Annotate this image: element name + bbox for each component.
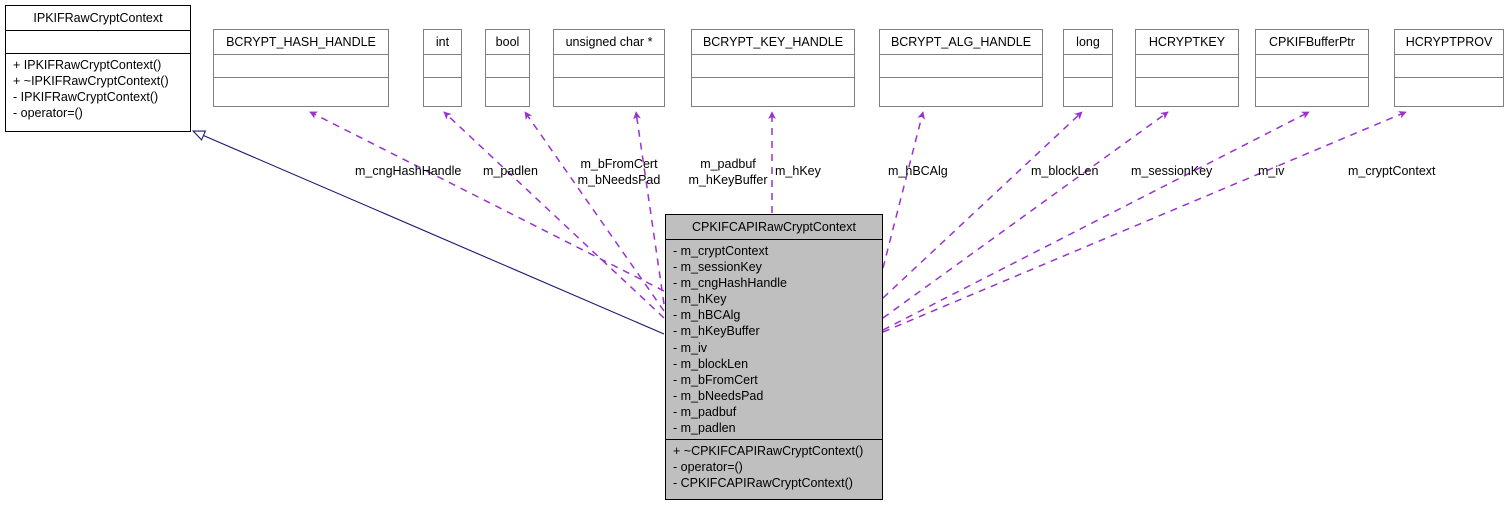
edge-m_hBCAlg — [882, 111, 926, 269]
class-box-BCRYPT_KEY_HANDLE[interactable]: BCRYPT_KEY_HANDLE — [691, 29, 855, 107]
class-attributes — [486, 55, 529, 77]
class-title: int — [435, 35, 450, 49]
class-attributes — [424, 55, 461, 77]
edge-m_iv — [882, 111, 1310, 331]
class-attributes — [880, 55, 1042, 77]
class-title-base: IPKIFRawCryptContext — [33, 11, 163, 25]
class-operations — [880, 78, 1042, 100]
class-attributes-base — [6, 31, 190, 53]
class-title: BCRYPT_KEY_HANDLE — [702, 35, 844, 49]
class-operation: + ~CPKIFCAPIRawCryptContext() — [673, 444, 864, 459]
class-box-unsigned-char-ptr[interactable]: unsigned char * — [553, 29, 665, 107]
class-title: HCRYPTKEY — [1148, 35, 1226, 49]
class-operations — [486, 78, 529, 100]
edge-m_padbuf-m_hKeyBuffer — [633, 111, 665, 305]
uml-collaboration-diagram: IPKIFRawCryptContext + IPKIFRawCryptCont… — [0, 0, 1508, 507]
edge-m_cngHashHandle — [309, 111, 665, 292]
class-operation: + ~IPKIFRawCryptContext() — [13, 74, 169, 89]
class-attribute: - m_bNeedsPad — [673, 388, 764, 403]
edge-m_bFromCert-m_bNeedsPad — [524, 111, 665, 312]
edge-label-group-bool: m_bFromCert m_bNeedsPad — [570, 157, 668, 188]
class-attributes — [214, 55, 388, 77]
class-box-HCRYPTKEY[interactable]: HCRYPTKEY — [1135, 29, 1239, 107]
edge-label-m_blockLen: m_blockLen — [1031, 164, 1099, 178]
edge-label-m_padlen: m_padlen — [483, 164, 538, 178]
class-attribute: - m_iv — [673, 340, 708, 355]
class-operations — [1256, 78, 1368, 100]
edge-label-m_padbuf: m_padbuf — [700, 157, 756, 171]
edge-label-m_hKeyBuffer: m_hKeyBuffer — [688, 172, 768, 187]
class-attributes — [1064, 55, 1112, 77]
edge-label-m_iv: m_iv — [1258, 164, 1285, 178]
class-attributes — [692, 55, 854, 77]
class-operations — [1064, 78, 1112, 100]
class-operations-base: + IPKIFRawCryptContext() + ~IPKIFRawCryp… — [6, 54, 190, 124]
class-operations — [554, 78, 664, 100]
edge-label-m_hKey: m_hKey — [775, 164, 821, 178]
edge-m_cryptContext — [882, 111, 1407, 333]
class-attribute: - m_padlen — [673, 421, 736, 436]
class-operations — [692, 78, 854, 100]
edge-label-m_bFromCert: m_bFromCert — [580, 157, 658, 171]
class-operation: - IPKIFRawCryptContext() — [13, 90, 159, 105]
edge-label-m_hBCAlg: m_hBCAlg — [888, 164, 948, 178]
class-box-int[interactable]: int — [423, 29, 462, 107]
class-attributes — [1395, 55, 1503, 77]
class-operation: - operator=() — [13, 106, 83, 121]
class-title: BCRYPT_HASH_HANDLE — [226, 35, 376, 49]
class-title: CPKIFBufferPtr — [1269, 35, 1355, 49]
class-attributes — [1136, 55, 1238, 77]
class-attribute: - m_cryptContext — [673, 244, 769, 258]
class-attributes — [554, 55, 664, 77]
edge-label-m_bNeedsPad: m_bNeedsPad — [577, 172, 661, 187]
class-operation: + IPKIFRawCryptContext() — [13, 58, 162, 72]
class-title: bool — [495, 35, 520, 49]
class-attributes — [1256, 55, 1368, 77]
edge-label-m_cngHashHandle: m_cngHashHandle — [355, 164, 462, 178]
class-operations — [424, 78, 461, 100]
class-attribute: - m_padbuf — [673, 404, 737, 419]
class-attribute: - m_hKey — [673, 292, 727, 307]
edge-label-group-uchar: m_padbuf m_hKeyBuffer — [678, 157, 778, 188]
class-attribute: - m_hBCAlg — [673, 308, 741, 323]
class-operations — [214, 78, 388, 100]
class-operation: - operator=() — [673, 460, 743, 475]
class-attribute: - m_blockLen — [673, 356, 749, 371]
class-box-CPKIFCAPIRawCryptContext[interactable]: CPKIFCAPIRawCryptContext - m_cryptContex… — [665, 214, 883, 500]
class-box-BCRYPT_ALG_HANDLE[interactable]: BCRYPT_ALG_HANDLE — [879, 29, 1043, 107]
class-title: BCRYPT_ALG_HANDLE — [890, 35, 1032, 49]
class-box-CPKIFBufferPtr[interactable]: CPKIFBufferPtr — [1255, 29, 1369, 107]
class-box-BCRYPT_HASH_HANDLE[interactable]: BCRYPT_HASH_HANDLE — [213, 29, 389, 107]
class-title: HCRYPTPROV — [1405, 35, 1493, 49]
edge-label-m_sessionKey: m_sessionKey — [1131, 164, 1213, 178]
class-operations — [1136, 78, 1238, 100]
class-operations — [1395, 78, 1503, 100]
class-box-long[interactable]: long — [1063, 29, 1113, 107]
class-attribute: - m_bFromCert — [673, 372, 758, 387]
class-attribute: - m_cngHashHandle — [673, 276, 787, 291]
class-box-HCRYPTPROV[interactable]: HCRYPTPROV — [1394, 29, 1504, 107]
class-box-IPKIFRawCryptContext[interactable]: IPKIFRawCryptContext + IPKIFRawCryptCont… — [5, 5, 191, 132]
edge-m_sessionKey — [882, 111, 1169, 319]
class-attribute: - m_sessionKey — [673, 260, 762, 275]
class-title: long — [1076, 35, 1100, 49]
class-box-bool[interactable]: bool — [485, 29, 530, 107]
class-attribute: - m_hKeyBuffer — [673, 324, 760, 339]
class-operations-focus: + ~CPKIFCAPIRawCryptContext() - operator… — [666, 440, 882, 494]
class-attributes-focus: - m_cryptContext - m_sessionKey - m_cngH… — [666, 240, 882, 439]
class-title: unsigned char * — [565, 35, 653, 49]
edge-m_padlen — [443, 111, 665, 319]
edge-label-m_cryptContext: m_cryptContext — [1348, 164, 1436, 178]
class-operation: - CPKIFCAPIRawCryptContext() — [673, 476, 853, 491]
edge-m_blockLen — [882, 111, 1083, 299]
class-title-focus: CPKIFCAPIRawCryptContext — [692, 220, 856, 234]
